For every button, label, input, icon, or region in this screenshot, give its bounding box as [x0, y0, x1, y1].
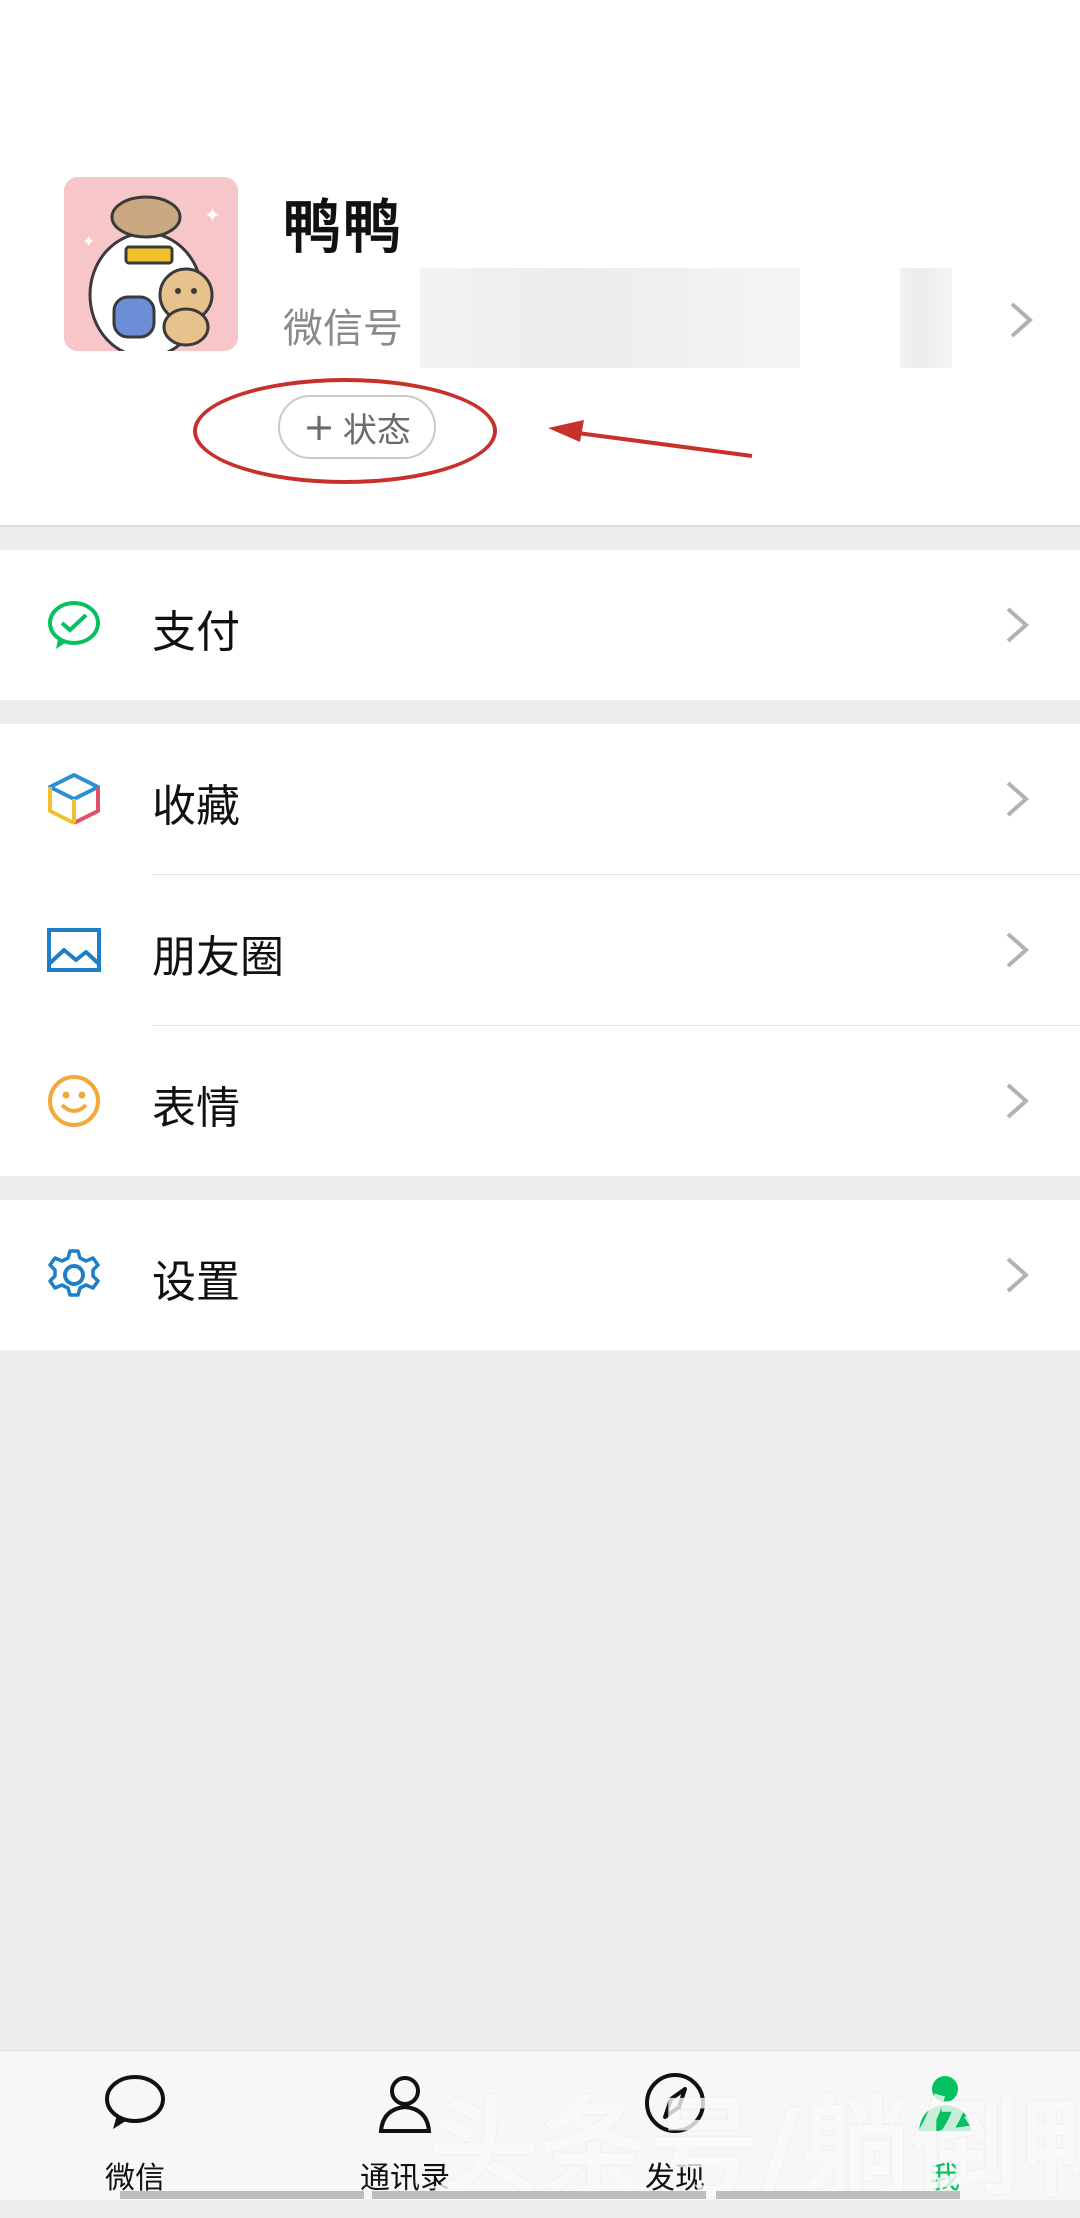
tab-me[interactable]: 我: [810, 2051, 1080, 2200]
person-icon: [919, 2076, 971, 2131]
pay-icon: [48, 601, 100, 649]
menu-item-settings[interactable]: 设置: [0, 1200, 1080, 1350]
chevron-right-icon: [1006, 1083, 1030, 1119]
compass-icon: [645, 2073, 705, 2133]
svg-text:✦: ✦: [82, 232, 95, 251]
gesture-bar: [120, 2191, 364, 2199]
menu-item-label: 支付: [152, 607, 240, 658]
tab-contacts[interactable]: 通讯录: [270, 2051, 540, 2200]
menu-item-label: 设置: [152, 1257, 240, 1308]
menu-item-moments[interactable]: 朋友圈: [0, 875, 1080, 1025]
bottom-tab-bar: 微信 通讯录 发现 我: [0, 2050, 1080, 2200]
avatar-illustration: ✦ ✦: [64, 177, 238, 351]
contacts-icon: [378, 2076, 432, 2133]
avatar[interactable]: ✦ ✦: [64, 177, 238, 351]
smiley-icon: [48, 1075, 100, 1127]
chat-bubble-icon: [105, 2075, 165, 2129]
annotation-ellipse: [193, 378, 497, 484]
menu-item-pay[interactable]: 支付: [0, 550, 1080, 700]
profile-header[interactable]: ✦ ✦ 鸭鸭 微信号 + 状态: [0, 0, 1080, 525]
menu-group-settings: 设置: [0, 1200, 1080, 1350]
menu-item-label: 收藏: [152, 781, 240, 832]
menu-item-stickers[interactable]: 表情: [0, 1026, 1080, 1176]
annotation-arrow: [548, 420, 753, 458]
menu-group-content: 收藏 朋友圈 表情: [0, 724, 1080, 1176]
divider: [0, 525, 1080, 527]
wechat-id-blurred: [420, 268, 800, 368]
chevron-right-icon: [1006, 607, 1030, 643]
svg-text:✦: ✦: [204, 203, 221, 227]
wechat-id-label: 微信号: [283, 306, 403, 352]
chevron-right-icon: [1006, 781, 1030, 817]
chevron-right-icon: [1006, 1257, 1030, 1293]
favorites-cube-icon: [48, 773, 100, 825]
gesture-bar: [372, 2191, 706, 2199]
menu-item-label: 表情: [152, 1083, 240, 1134]
gear-icon: [48, 1249, 100, 1297]
menu-item-label: 朋友圈: [152, 932, 284, 983]
gesture-bar: [716, 2191, 960, 2199]
tab-chats[interactable]: 微信: [0, 2051, 270, 2200]
tab-discover[interactable]: 发现: [540, 2051, 810, 2200]
nickname: 鸭鸭: [283, 193, 404, 261]
menu-group-pay: 支付: [0, 550, 1080, 700]
chevron-right-icon: [1006, 932, 1030, 968]
menu-item-favorites[interactable]: 收藏: [0, 724, 1080, 874]
moments-image-icon: [47, 928, 101, 972]
chevron-right-icon: [1010, 302, 1034, 338]
wechat-id-blurred-2: [900, 268, 952, 368]
